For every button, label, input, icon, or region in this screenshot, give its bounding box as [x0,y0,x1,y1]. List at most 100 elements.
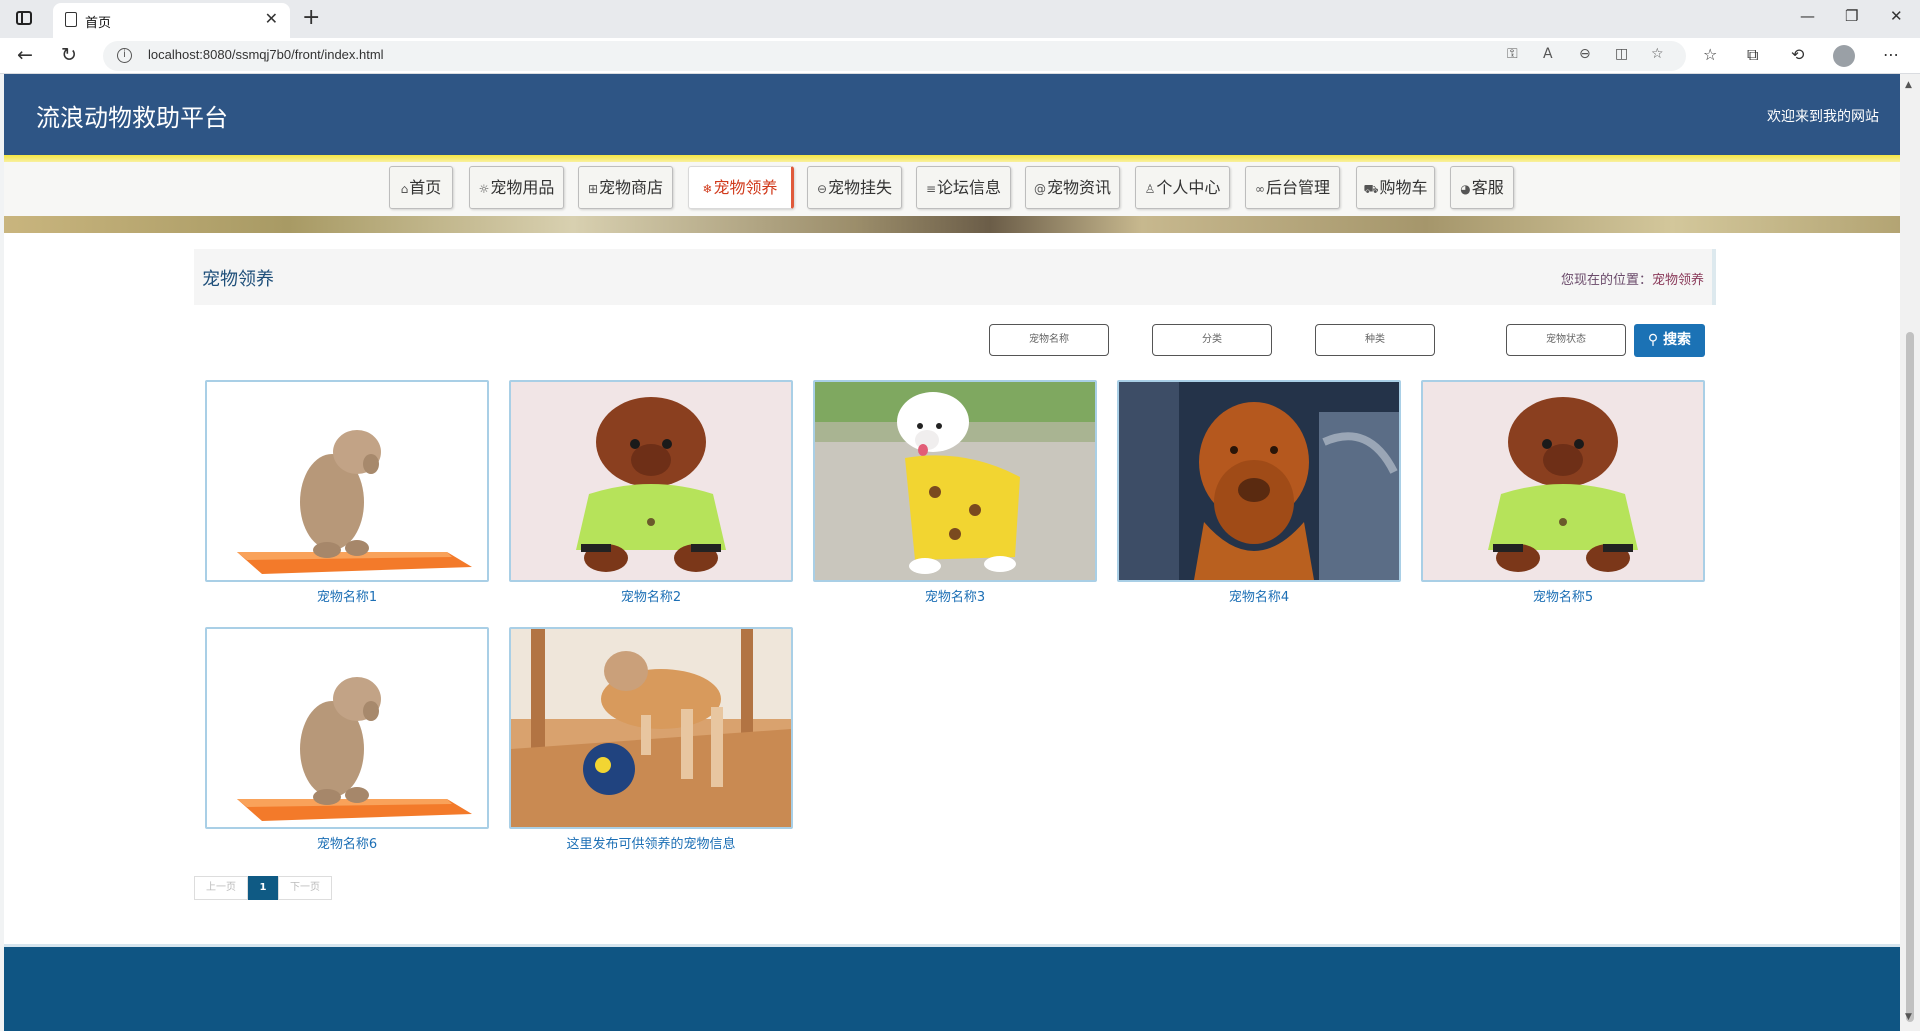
dog-with-ball-image [511,629,791,827]
pet-name[interactable]: 宠物名称1 [205,586,489,605]
nav-item-label: 个人中心 [1156,178,1221,197]
nav-item-customer-service[interactable]: ◕客服 [1450,166,1514,209]
read-aloud-icon[interactable]: A [1543,46,1553,62]
nav-item-label: 客服 [1471,178,1504,197]
site-title: 流浪动物救助平台 [36,104,228,132]
brown-poodle-image [511,382,791,580]
pet-card[interactable]: 宠物名称2 [509,380,793,605]
nav-item-label: 宠物领养 [713,178,778,197]
scroll-up-icon[interactable]: ▲ [1905,80,1912,90]
pet-photo[interactable] [205,627,489,829]
sidebar-toggle-icon[interactable] [16,11,32,25]
history-icon[interactable]: ⟲ [1791,45,1804,64]
tab-title: 首页 [85,16,112,31]
site-footer [4,944,1900,1031]
page-1-button[interactable]: 1 [248,876,278,900]
poodle-on-mat-image [207,629,487,827]
pet-photo[interactable] [813,380,1097,582]
nav-item-home[interactable]: ⌂首页 [389,166,453,209]
home-icon: ⌂ [400,182,409,196]
reload-icon[interactable]: ↻ [61,44,77,66]
info-icon[interactable]: i [117,48,132,63]
white-dog-image [815,382,1095,580]
nav-item-pet-adoption[interactable]: ❄宠物领养 [688,166,794,209]
pet-photo[interactable] [1421,380,1705,582]
browser-tab[interactable]: 首页 ✕ [53,3,290,38]
nav-item-profile[interactable]: ♙个人中心 [1135,166,1230,209]
url-text[interactable]: localhost:8080/ssmqj7b0/front/index.html [148,47,384,62]
scroll-thumb[interactable] [1906,332,1914,1022]
pet-photo[interactable] [1117,380,1401,582]
split-screen-icon[interactable]: ◫ [1615,46,1628,62]
nav-item-label: 论坛信息 [937,178,1002,197]
pet-status-input[interactable]: 宠物状态 [1506,324,1626,356]
search-icon: ⚲ [1647,332,1664,348]
pet-name[interactable]: 宠物名称2 [509,586,793,605]
nav-item-pet-news[interactable]: @宠物资讯 [1025,166,1120,209]
page-title: 宠物领养 [202,269,274,290]
pet-name[interactable]: 宠物名称3 [813,586,1097,605]
banner-image-strip [4,216,1900,233]
category-input[interactable]: 分类 [1152,324,1272,356]
add-favorite-icon[interactable]: ☆ [1651,46,1664,62]
nav-item-pet-shop[interactable]: ⊞宠物商店 [578,166,673,209]
pet-card[interactable]: 宠物名称4 [1117,380,1401,605]
page-scrollbar[interactable]: ▲ ▼ [1900,74,1920,1031]
at-icon: @ [1033,182,1046,196]
profile-avatar[interactable] [1833,45,1855,67]
new-tab-icon[interactable]: + [302,5,320,30]
mastiff-image [1119,382,1399,580]
minimize-icon[interactable]: — [1800,7,1815,25]
pet-card[interactable]: 宠物名称6 [205,627,489,852]
species-input[interactable]: 种类 [1315,324,1435,356]
nav-item-lost-pets[interactable]: ⊖宠物挂失 [807,166,902,209]
lost-icon: ⊖ [816,182,828,196]
pet-card[interactable]: 宠物名称1 [205,380,489,605]
pet-photo[interactable] [205,380,489,582]
nav-item-label: 首页 [409,178,442,197]
pet-card[interactable]: 这里发布可供领养的宠物信息 [509,627,793,852]
pet-name[interactable]: 宠物名称4 [1117,586,1401,605]
favorites-icon[interactable]: ☆ [1703,45,1717,64]
pet-name-input[interactable]: 宠物名称 [989,324,1109,356]
next-page-button[interactable]: 下一页 [278,876,332,900]
window-close-icon[interactable]: ✕ [1890,7,1903,25]
prev-page-button[interactable]: 上一页 [194,876,248,900]
nav-item-forum[interactable]: ≡论坛信息 [916,166,1011,209]
scroll-down-icon[interactable]: ▼ [1905,1012,1912,1022]
collections-icon[interactable]: ⧉ [1747,45,1758,65]
url-field[interactable]: i localhost:8080/ssmqj7b0/front/index.ht… [103,41,1686,71]
user-icon: ♙ [1144,182,1156,196]
poodle-on-mat-image [207,382,487,580]
pet-name[interactable]: 宠物名称6 [205,833,489,852]
close-icon[interactable]: ✕ [265,10,278,28]
pet-name[interactable]: 宠物名称5 [1421,586,1705,605]
pet-photo[interactable] [509,380,793,582]
pet-photo[interactable] [509,627,793,829]
nav-item-cart[interactable]: ⛟购物车 [1356,166,1435,209]
restore-icon[interactable]: ❐ [1845,7,1858,25]
key-icon[interactable]: ⚿ [1507,46,1518,62]
pet-card[interactable]: 宠物名称5 [1421,380,1705,605]
search-button[interactable]: ⚲ 搜索 [1634,324,1705,357]
header-divider [4,155,1900,162]
pet-card[interactable]: 宠物名称3 [813,380,1097,605]
nav-item-label: 购物车 [1379,178,1428,197]
welcome-text: 欢迎来到我的网站 [1767,109,1879,125]
address-bar-row: ← ↻ i localhost:8080/ssmqj7b0/front/inde… [0,38,1920,74]
brown-poodle-image [1423,382,1703,580]
zoom-out-icon[interactable]: ⊖ [1579,46,1591,62]
nav-item-label: 宠物资讯 [1046,178,1111,197]
search-button-label: 搜索 [1663,332,1692,348]
back-icon[interactable]: ← [17,44,33,66]
page-viewport: 流浪动物救助平台 欢迎来到我的网站 ⌂首页 ☼宠物用品 ⊞宠物商店 ❄宠物领养 … [4,74,1900,1031]
more-menu-icon[interactable]: ⋯ [1883,45,1899,64]
nav-item-admin[interactable]: ∞后台管理 [1245,166,1340,209]
nav-item-pet-supplies[interactable]: ☼宠物用品 [469,166,564,209]
site-header: 流浪动物救助平台 欢迎来到我的网站 [4,74,1900,155]
breadcrumb-prefix: 您现在的位置： [1560,273,1652,288]
chat-icon: ◕ [1460,182,1471,196]
pet-name[interactable]: 这里发布可供领养的宠物信息 [509,833,793,852]
nav-item-label: 后台管理 [1265,178,1330,197]
breadcrumb-current[interactable]: 宠物领养 [1652,273,1704,288]
